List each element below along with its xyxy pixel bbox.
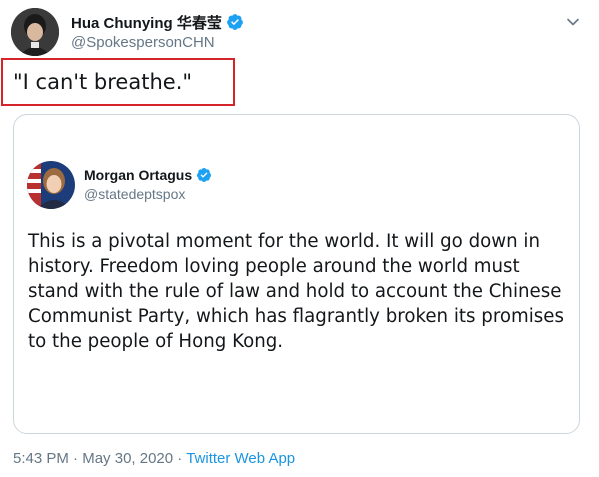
author-display-name[interactable]: Hua Chunying 华春莹 bbox=[71, 12, 222, 33]
tweet: Hua Chunying 华春莹 @SpokespersonCHN "I can… bbox=[0, 0, 599, 477]
tweet-time[interactable]: 5:43 PM bbox=[13, 450, 69, 467]
profile-photo-icon bbox=[11, 8, 59, 56]
quoted-author-info: Morgan Ortagus @statedeptspox bbox=[84, 167, 212, 202]
verified-badge-icon bbox=[226, 14, 243, 30]
author-handle[interactable]: @SpokespersonCHN bbox=[71, 34, 244, 51]
tweet-metadata: 5:43 PM · May 30, 2020 · Twitter Web App bbox=[13, 450, 295, 467]
author-info: Hua Chunying 华春莹 @SpokespersonCHN bbox=[71, 12, 244, 51]
tweet-date[interactable]: May 30, 2020 bbox=[82, 450, 173, 467]
tweet-text: "I can't breathe." bbox=[13, 70, 193, 94]
quoted-tweet-text: This is a pivotal moment for the world. … bbox=[28, 231, 564, 352]
quoted-author-avatar[interactable] bbox=[27, 161, 75, 209]
profile-photo-icon bbox=[27, 161, 75, 209]
meta-separator: · bbox=[173, 450, 187, 467]
quoted-author-display-name[interactable]: Morgan Ortagus bbox=[84, 167, 192, 183]
tweet-source-link[interactable]: Twitter Web App bbox=[186, 450, 295, 467]
author-avatar[interactable] bbox=[11, 8, 59, 56]
verified-badge-icon bbox=[197, 168, 212, 182]
quoted-author-handle[interactable]: @statedeptspox bbox=[84, 186, 212, 202]
chevron-down-icon[interactable] bbox=[565, 14, 581, 30]
meta-separator: · bbox=[68, 450, 83, 467]
quoted-tweet-card[interactable]: Morgan Ortagus @statedeptspox This is a … bbox=[13, 114, 580, 434]
